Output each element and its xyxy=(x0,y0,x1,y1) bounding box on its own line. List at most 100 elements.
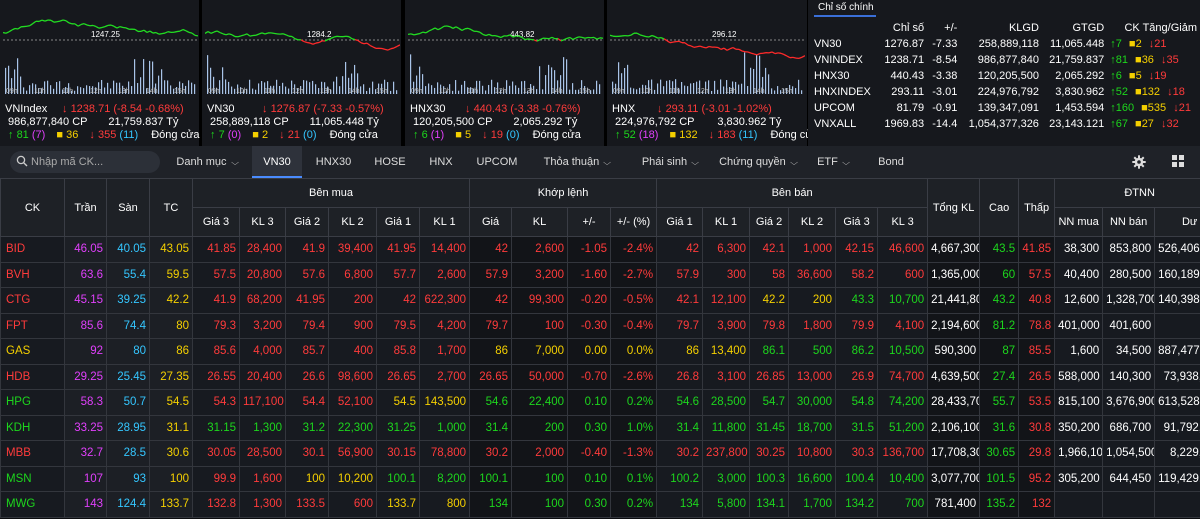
cell-symbol[interactable]: HPG xyxy=(0,389,65,416)
cell-bid[interactable]: 41.9 xyxy=(285,236,329,263)
cell-bid[interactable]: 1,300 xyxy=(239,491,286,518)
cell-ask[interactable]: 100.3 xyxy=(749,465,790,492)
cell-ask[interactable]: 79.9 xyxy=(835,312,879,339)
cell-bid[interactable]: 26.6 xyxy=(285,363,329,390)
cell-bid[interactable]: 1,000 xyxy=(418,414,471,441)
cell-ask[interactable]: 54.7 xyxy=(749,389,790,416)
cell-bid[interactable]: 800 xyxy=(418,491,471,518)
tab-thỏa-thuận[interactable]: Thỏa thuận ⌵ xyxy=(532,146,622,178)
cell-ask[interactable]: 6,300 xyxy=(702,236,751,263)
cell-bid[interactable]: 98,600 xyxy=(328,363,377,390)
cell-bid[interactable]: 30.1 xyxy=(285,440,329,467)
col-buy-0[interactable]: Giá 3 xyxy=(192,207,240,237)
col-sell-3[interactable]: KL 2 xyxy=(788,207,837,237)
index-panel-vnindex[interactable]: 1247.25 09h 10h 11h 12h 13h 14h 15h VNIndex ↓ … xyxy=(0,0,200,146)
col-sell-1[interactable]: KL 1 xyxy=(702,207,751,237)
col-sell-4[interactable]: Giá 3 xyxy=(835,207,879,237)
table-row[interactable]: BID 46.05 40.05 43.05 41.85 28,400 41.9 39,400 4… xyxy=(0,236,1200,263)
col-buy-5[interactable]: KL 1 xyxy=(418,207,471,237)
cell-bid[interactable]: 10,200 xyxy=(328,465,377,492)
cell-bid[interactable]: 22,300 xyxy=(328,414,377,441)
cell-ask[interactable]: 4,100 xyxy=(877,312,929,339)
cell-ask[interactable]: 30.3 xyxy=(835,440,879,467)
col-buy-2[interactable]: Giá 2 xyxy=(285,207,329,237)
cell-bid[interactable]: 143,500 xyxy=(418,389,471,416)
col-match-0[interactable]: Giá xyxy=(469,207,513,237)
cell-symbol[interactable]: BVH xyxy=(0,261,65,288)
col-buy-4[interactable]: Giá 1 xyxy=(376,207,420,237)
tab-hnx[interactable]: HNX xyxy=(420,146,462,178)
cell-bid[interactable]: 20,400 xyxy=(239,363,286,390)
cell-ask[interactable]: 79.7 xyxy=(656,312,704,339)
cell-bid[interactable]: 57.7 xyxy=(376,261,420,288)
cell-ask[interactable]: 18,700 xyxy=(788,414,837,441)
cell-bid[interactable]: 1,600 xyxy=(239,465,286,492)
cell-symbol[interactable]: CTG xyxy=(0,287,65,314)
summary-row[interactable]: VN30 1276.87 -7.33 258,889,118 11,065.44… xyxy=(811,36,1200,52)
tab-chứng-quyền[interactable]: Chứng quyền ⌵ xyxy=(716,146,800,178)
search-input[interactable] xyxy=(31,154,151,170)
cell-bid[interactable]: 85.6 xyxy=(192,338,240,365)
cell-bid[interactable]: 400 xyxy=(328,338,377,365)
cell-ask[interactable]: 300 xyxy=(702,261,751,288)
tab-phái-sinh[interactable]: Phái sinh ⌵ xyxy=(628,146,712,178)
cell-ask[interactable]: 86.1 xyxy=(749,338,790,365)
col-match-2[interactable]: +/- xyxy=(567,207,612,237)
col-match-3[interactable]: +/- (%) xyxy=(610,207,658,237)
cell-ask[interactable]: 42.1 xyxy=(656,287,704,314)
cell-bid[interactable]: 41.9 xyxy=(192,287,240,314)
cell-bid[interactable]: 1,700 xyxy=(418,338,471,365)
summary-row[interactable]: VNXALL 1969.83 -14.4 1,054,377,326 23,14… xyxy=(811,116,1200,132)
cell-ask[interactable]: 237,800 xyxy=(702,440,751,467)
cell-bid[interactable]: 31.2 xyxy=(285,414,329,441)
cell-ask[interactable]: 42.2 xyxy=(749,287,790,314)
col-dtnn-0[interactable]: NN mua xyxy=(1054,207,1104,237)
table-row[interactable]: CTG 45.15 39.25 42.2 41.9 68,200 41.95 200 42 622… xyxy=(0,287,1200,314)
cell-bid[interactable]: 1,300 xyxy=(239,414,286,441)
cell-bid[interactable]: 8,200 xyxy=(418,465,471,492)
cell-bid[interactable]: 2,700 xyxy=(418,363,471,390)
cell-bid[interactable]: 200 xyxy=(328,287,377,314)
cell-ask[interactable]: 10,400 xyxy=(877,465,929,492)
cell-symbol[interactable]: MSN xyxy=(0,465,65,492)
cell-ask[interactable]: 42.15 xyxy=(835,236,879,263)
cell-bid[interactable]: 54.5 xyxy=(376,389,420,416)
cell-ask[interactable]: 28,500 xyxy=(702,389,751,416)
cell-symbol[interactable]: MWG xyxy=(0,491,65,518)
gear-icon[interactable] xyxy=(1132,155,1146,169)
cell-bid[interactable]: 14,400 xyxy=(418,236,471,263)
cell-ask[interactable]: 1,000 xyxy=(788,236,837,263)
col-match-1[interactable]: KL xyxy=(511,207,569,237)
cell-ask[interactable]: 57.9 xyxy=(656,261,704,288)
cell-bid[interactable]: 54.3 xyxy=(192,389,240,416)
cell-bid[interactable]: 100 xyxy=(285,465,329,492)
cell-ask[interactable]: 100.4 xyxy=(835,465,879,492)
col-high[interactable]: Cao xyxy=(979,178,1020,237)
col-total-volume[interactable]: Tổng KL xyxy=(927,178,981,237)
cell-ask[interactable]: 26.9 xyxy=(835,363,879,390)
cell-bid[interactable]: 41.95 xyxy=(376,236,420,263)
col-floor[interactable]: Sàn xyxy=(106,178,150,237)
cell-bid[interactable]: 68,200 xyxy=(239,287,286,314)
summary-row[interactable]: UPCOM 81.79 -0.91 139,347,091 1,453.594 … xyxy=(811,100,1200,116)
cell-ask[interactable]: 42.1 xyxy=(749,236,790,263)
cell-bid[interactable]: 133.5 xyxy=(285,491,329,518)
cell-bid[interactable]: 42 xyxy=(376,287,420,314)
col-ceiling[interactable]: Trần xyxy=(64,178,107,237)
tab-hnx30[interactable]: HNX30 xyxy=(306,146,361,178)
cell-bid[interactable]: 30.15 xyxy=(376,440,420,467)
table-row[interactable]: HPG 58.3 50.7 54.5 54.3 117,100 54.4 52,100 54.5… xyxy=(0,389,1200,416)
cell-symbol[interactable]: MBB xyxy=(0,440,65,467)
cell-ask[interactable]: 10,700 xyxy=(877,287,929,314)
table-row[interactable]: MWG 143 124.4 133.7 132.8 1,300 133.5 600 133.7 8… xyxy=(0,491,1200,518)
cell-bid[interactable]: 30.05 xyxy=(192,440,240,467)
cell-ask[interactable]: 700 xyxy=(877,491,929,518)
cell-ask[interactable]: 58 xyxy=(749,261,790,288)
cell-ask[interactable]: 86.2 xyxy=(835,338,879,365)
cell-bid[interactable]: 41.95 xyxy=(285,287,329,314)
col-buy-3[interactable]: KL 2 xyxy=(328,207,377,237)
cell-ask[interactable]: 43.3 xyxy=(835,287,879,314)
cell-bid[interactable]: 4,000 xyxy=(239,338,286,365)
col-sell-5[interactable]: KL 3 xyxy=(877,207,929,237)
cell-ask[interactable]: 30.25 xyxy=(749,440,790,467)
